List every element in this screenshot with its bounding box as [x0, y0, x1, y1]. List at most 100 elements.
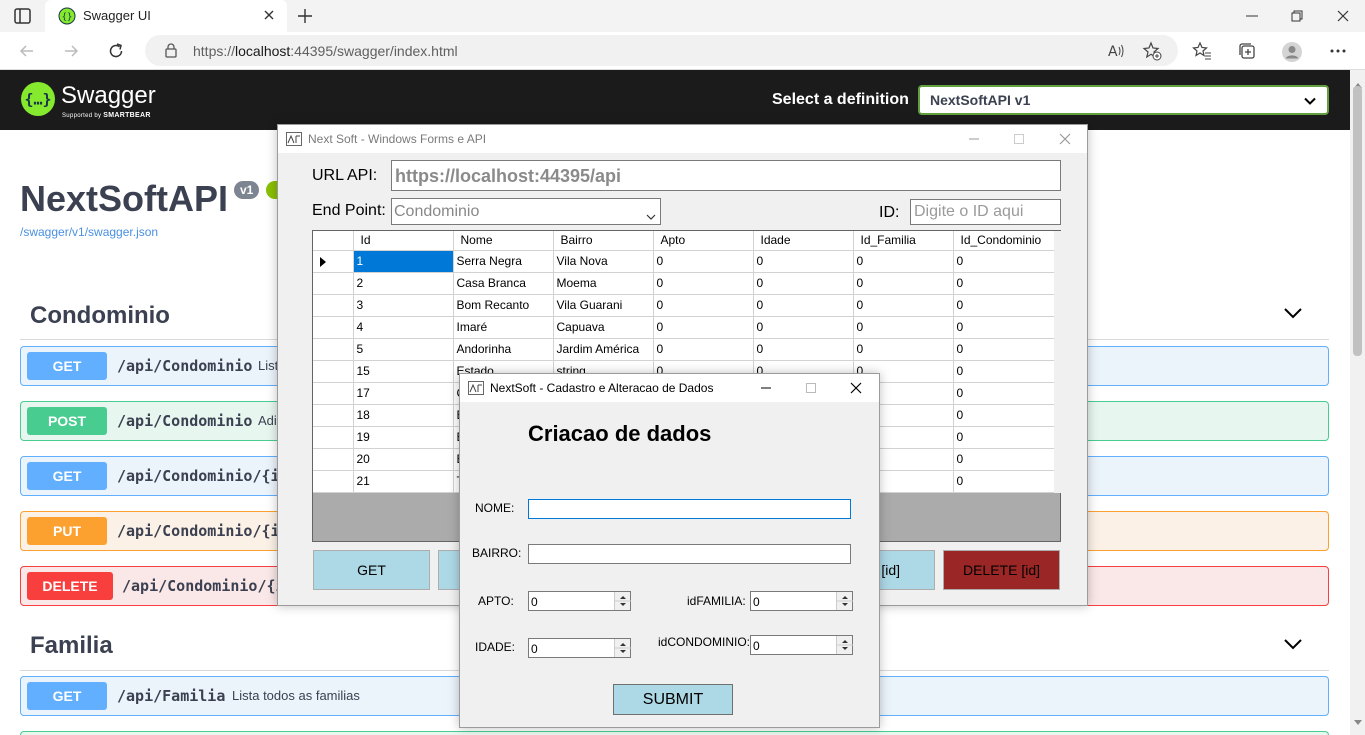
table-cell[interactable]: 4: [353, 316, 454, 339]
page-scrollbar[interactable]: [1350, 70, 1365, 735]
forward-icon[interactable]: [61, 41, 81, 66]
table-cell[interactable]: Bom Recanto: [453, 294, 554, 317]
table-row[interactable]: 5 Andorinha Jardim América 0 0 0 0: [313, 338, 1055, 361]
minimize-icon[interactable]: [1243, 7, 1261, 30]
table-cell[interactable]: Casa Branca: [453, 272, 554, 295]
table-cell[interactable]: 0: [953, 382, 1055, 405]
column-header[interactable]: Bairro: [553, 231, 654, 251]
table-cell[interactable]: 1: [353, 250, 454, 273]
table-cell[interactable]: 0: [953, 426, 1055, 449]
delete-button[interactable]: DELETE [id]: [943, 550, 1060, 590]
idcondominio-stepper[interactable]: 0: [750, 635, 853, 655]
row-header[interactable]: [313, 272, 354, 295]
lock-icon[interactable]: [163, 42, 179, 63]
minimize-icon[interactable]: [966, 131, 982, 152]
table-cell[interactable]: Capuava: [553, 316, 654, 339]
section-title-familia[interactable]: Familia: [30, 632, 113, 660]
row-header[interactable]: [313, 470, 354, 493]
table-cell[interactable]: 21: [353, 470, 454, 493]
table-cell[interactable]: Andorinha: [453, 338, 554, 361]
table-cell[interactable]: 18: [353, 404, 454, 427]
idade-stepper[interactable]: 0: [528, 638, 631, 658]
table-cell[interactable]: 2: [353, 272, 454, 295]
table-cell[interactable]: 0: [653, 250, 754, 273]
table-cell[interactable]: Moema: [553, 272, 654, 295]
table-cell[interactable]: 0: [653, 338, 754, 361]
row-header[interactable]: [313, 404, 354, 427]
row-header[interactable]: [313, 382, 354, 405]
column-header[interactable]: Id_Condominio: [953, 231, 1055, 251]
row-header-corner[interactable]: [313, 231, 354, 251]
table-cell[interactable]: 0: [653, 316, 754, 339]
table-cell[interactable]: 17: [353, 382, 454, 405]
more-menu-icon[interactable]: [1328, 41, 1348, 66]
back-icon[interactable]: [17, 41, 37, 66]
grid-scrollbar[interactable]: [1054, 231, 1061, 493]
scrollbar-thumb[interactable]: [1353, 86, 1362, 356]
table-cell[interactable]: 5: [353, 338, 454, 361]
close-window-icon[interactable]: [1334, 7, 1352, 30]
table-cell[interactable]: Serra Negra: [453, 250, 554, 273]
new-tab-icon[interactable]: [295, 6, 315, 31]
close-icon[interactable]: [848, 380, 864, 401]
submit-button[interactable]: SUBMIT: [613, 684, 733, 715]
chevron-down-icon[interactable]: [1283, 637, 1303, 656]
table-cell[interactable]: Imaré: [453, 316, 554, 339]
table-row[interactable]: 2 Casa Branca Moema 0 0 0 0: [313, 272, 1055, 295]
row-header[interactable]: [313, 426, 354, 449]
table-cell[interactable]: 0: [753, 316, 854, 339]
profile-avatar-icon[interactable]: [1281, 41, 1303, 68]
maximize-icon[interactable]: [1011, 131, 1027, 152]
close-icon[interactable]: [1057, 131, 1073, 152]
table-row[interactable]: 1 Serra Negra Vila Nova 0 0 0 0: [313, 250, 1055, 273]
minimize-icon[interactable]: [758, 380, 774, 401]
tab-close-icon[interactable]: [261, 7, 277, 28]
row-header[interactable]: [313, 448, 354, 471]
restore-icon[interactable]: [1288, 7, 1306, 30]
column-header[interactable]: Nome: [453, 231, 554, 251]
collections-icon[interactable]: [1237, 41, 1257, 66]
url-api-input[interactable]: https://localhost:44395/api: [391, 160, 1061, 191]
get-button[interactable]: GET: [313, 550, 430, 590]
table-cell[interactable]: 0: [753, 250, 854, 273]
table-cell[interactable]: 0: [953, 294, 1055, 317]
spinner-arrows-icon[interactable]: [614, 592, 631, 610]
table-cell[interactable]: 0: [953, 448, 1055, 471]
table-cell[interactable]: 0: [653, 294, 754, 317]
table-cell[interactable]: 0: [953, 250, 1055, 273]
row-header[interactable]: [313, 250, 354, 273]
table-cell[interactable]: 0: [853, 316, 954, 339]
tab-actions-icon[interactable]: [12, 6, 34, 26]
url-field[interactable]: https://localhost:44395/swagger/index.ht…: [145, 35, 1178, 66]
idfamilia-stepper[interactable]: 0: [750, 591, 853, 611]
scroll-down-icon[interactable]: [1354, 713, 1362, 731]
table-cell[interactable]: 0: [753, 338, 854, 361]
table-cell[interactable]: 0: [953, 360, 1055, 383]
apto-stepper[interactable]: 0: [528, 591, 631, 611]
read-aloud-icon[interactable]: A: [1106, 41, 1126, 66]
spinner-arrows-icon[interactable]: [836, 592, 853, 610]
chevron-down-icon[interactable]: [1283, 306, 1303, 325]
table-cell[interactable]: 15: [353, 360, 454, 383]
table-cell[interactable]: 3: [353, 294, 454, 317]
favorites-icon[interactable]: [1192, 41, 1212, 66]
table-cell[interactable]: 0: [653, 272, 754, 295]
refresh-icon[interactable]: [106, 41, 126, 66]
table-cell[interactable]: 0: [953, 338, 1055, 361]
definition-select[interactable]: NextSoftAPI v1: [918, 85, 1329, 115]
table-cell[interactable]: Vila Nova: [553, 250, 654, 273]
table-row[interactable]: 3 Bom Recanto Vila Guarani 0 0 0 0: [313, 294, 1055, 317]
swagger-logo-icon[interactable]: {…}: [19, 80, 57, 123]
table-cell[interactable]: 0: [753, 272, 854, 295]
table-cell[interactable]: Vila Guarani: [553, 294, 654, 317]
row-header[interactable]: [313, 294, 354, 317]
table-cell[interactable]: 20: [353, 448, 454, 471]
table-row[interactable]: 4 Imaré Capuava 0 0 0 0: [313, 316, 1055, 339]
nome-input[interactable]: [528, 499, 851, 519]
endpoint-select[interactable]: Condominio: [391, 198, 661, 225]
table-cell[interactable]: Jardim América: [553, 338, 654, 361]
table-cell[interactable]: 0: [853, 294, 954, 317]
spinner-arrows-icon[interactable]: [836, 636, 853, 654]
spinner-arrows-icon[interactable]: [614, 639, 631, 657]
bairro-input[interactable]: [528, 544, 851, 564]
